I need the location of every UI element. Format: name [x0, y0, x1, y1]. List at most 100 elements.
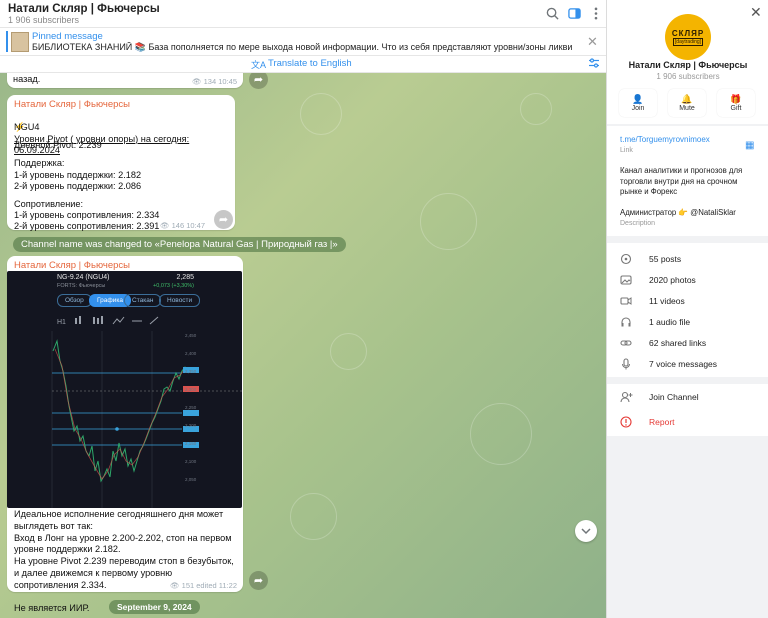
background-doodle — [300, 93, 342, 135]
price-label: 2,250 — [185, 405, 197, 410]
edited-time: edited 11:22 — [196, 581, 237, 590]
forward-icon[interactable]: ➦ — [249, 571, 268, 590]
price-label: 2,300 — [185, 387, 197, 392]
chart-screenshot-image[interactable]: NG-9.24 (NGU4) 2,285 FORTS: Фьючерсы +0,… — [7, 271, 242, 508]
candlestick-chart — [51, 331, 242, 508]
pinned-thumbnail — [11, 32, 29, 52]
price-label: 2,050 — [185, 477, 197, 482]
action-label: Join — [631, 105, 645, 112]
view-count: 146 — [171, 221, 185, 230]
video-icon — [620, 295, 634, 309]
chart-toolbar[interactable]: H1 — [57, 315, 242, 327]
tab-news[interactable]: Новости — [159, 294, 201, 307]
translate-bar[interactable]: 文A Translate to English — [0, 56, 606, 73]
resistance-level-2: 2-й уровень сопротивления: 2.391 — [14, 221, 160, 231]
message-author[interactable]: Натали Скляр | Фьючерсы — [14, 99, 130, 110]
svg-text:H1: H1 — [57, 319, 66, 326]
price-label: 2,100 — [185, 459, 197, 464]
add-user-icon — [620, 391, 634, 405]
stat-voice[interactable]: 7 voice messages — [649, 359, 717, 369]
posts-icon — [620, 253, 634, 267]
microphone-icon — [620, 358, 634, 372]
photo-icon — [620, 274, 634, 288]
eye-icon: 👁 — [170, 581, 180, 590]
price-label: 2,400 — [185, 351, 197, 356]
view-count: 134 — [203, 77, 217, 86]
action-label: Gift — [730, 105, 742, 112]
channel-description: Канал аналитики и прогнозов для торговли… — [620, 166, 743, 217]
pinned-title: Pinned message — [32, 31, 103, 42]
background-doodle — [420, 193, 477, 250]
actions-card: Join Channel Report — [607, 384, 768, 436]
price-label: 2,350 — [185, 369, 197, 374]
message-text: назад. — [13, 74, 41, 84]
link-caption: Link — [620, 147, 633, 154]
message-bubble[interactable]: назад. 👁 134 10:45 — [7, 73, 243, 88]
instrument-name: NG-9.24 (NGU4) — [57, 274, 110, 281]
channel-subscribers: 1 906 subscribers — [656, 72, 720, 81]
scroll-down-button[interactable] — [575, 520, 597, 542]
gift-icon: 🎁 — [730, 94, 742, 104]
add-user-icon: 👤 — [632, 94, 644, 104]
background-doodle — [520, 93, 552, 125]
channel-info-panel: ✕ СКЛЯР [daytrading] Натали Скляр | Фьюч… — [606, 0, 768, 618]
qr-code-icon[interactable]: ▦ — [745, 140, 754, 151]
avatar-subtext: [daytrading] — [672, 37, 704, 46]
sidebar-toggle-icon[interactable] — [565, 4, 583, 22]
media-stats-card: 55 posts 2020 photos 11 videos 1 audio f… — [607, 243, 768, 377]
translate-icon: 文A — [251, 60, 267, 70]
chat-title[interactable]: Натали Скляр | Фьючерсы — [8, 3, 160, 15]
message-time: 10:45 — [218, 77, 237, 86]
info-card: t.me/Torguemyrovnimoex Link ▦ Канал анал… — [607, 126, 768, 236]
headphones-icon — [620, 316, 634, 330]
more-menu-icon[interactable] — [587, 4, 605, 22]
channel-name: Натали Скляр | Фьючерсы — [628, 60, 748, 70]
description-caption: Description — [620, 220, 656, 227]
exchange-name: FORTS: Фьючерсы — [57, 283, 106, 289]
stat-photos[interactable]: 2020 photos — [649, 275, 696, 285]
subscriber-count: 1 906 subscribers — [8, 15, 80, 25]
price-change: +0,073 (+3,30%) — [153, 283, 194, 289]
stat-posts[interactable]: 55 posts — [649, 254, 681, 264]
background-doodle — [470, 403, 532, 465]
gift-button[interactable]: 🎁 Gift — [717, 89, 755, 117]
pivot-value: Дневной Pivot: 2.239 — [14, 140, 102, 150]
support-level-2: 2-й уровень поддержки: 2.086 — [14, 181, 142, 191]
close-icon[interactable]: ✕ — [587, 34, 598, 50]
translate-label[interactable]: Translate to English — [268, 58, 352, 69]
close-icon[interactable]: ✕ — [750, 4, 762, 21]
mute-button[interactable]: 🔔 Mute — [668, 89, 706, 117]
stat-videos[interactable]: 11 videos — [649, 296, 685, 306]
forward-icon[interactable]: ➦ — [214, 210, 233, 229]
tab-overview[interactable]: Обзор — [57, 294, 92, 307]
report-icon — [620, 416, 634, 430]
message-author[interactable]: Натали Скляр | Фьючерсы — [14, 260, 130, 271]
pinned-text: БИБЛИОТЕКА ЗНАНИЙ 📚 База пополняется по … — [32, 42, 572, 52]
settings-sliders-icon[interactable] — [588, 57, 600, 72]
search-icon[interactable] — [543, 4, 561, 22]
price-label: 2,200 — [185, 423, 197, 428]
background-doodle — [290, 493, 337, 540]
link-icon — [620, 337, 634, 351]
channel-link[interactable]: t.me/Torguemyrovnimoex — [620, 135, 710, 144]
date-separator: September 9, 2024 — [109, 600, 200, 614]
report-button[interactable]: Report — [649, 417, 675, 427]
eye-icon: 👁 — [159, 221, 170, 230]
stat-audio[interactable]: 1 audio file — [649, 317, 690, 327]
forward-icon[interactable]: ➦ — [249, 73, 268, 89]
pinned-indicator — [6, 31, 8, 52]
stat-links[interactable]: 62 shared links — [649, 338, 706, 348]
avatar[interactable]: СКЛЯР [daytrading] — [665, 14, 711, 60]
instrument-price: 2,285 — [176, 274, 194, 281]
message-bubble[interactable]: Натали Скляр | Фьючерсы ⚡ Уровни Pivot (… — [7, 95, 235, 231]
tab-orderbook[interactable]: Стакан — [124, 294, 162, 307]
join-button[interactable]: 👤 Join — [619, 89, 657, 117]
join-channel-button[interactable]: Join Channel — [649, 392, 699, 402]
eye-icon: 👁 — [191, 77, 202, 86]
service-message: Channel name was changed to «Penelopa Na… — [13, 237, 346, 252]
message-time: 10:47 — [186, 221, 205, 230]
pinned-message-bar[interactable]: Pinned message БИБЛИОТЕКА ЗНАНИЙ 📚 База … — [0, 28, 606, 56]
chat-header[interactable]: Натали Скляр | Фьючерсы 1 906 subscriber… — [0, 0, 606, 28]
view-count: 151 — [181, 581, 195, 590]
action-label: Mute — [679, 105, 695, 112]
